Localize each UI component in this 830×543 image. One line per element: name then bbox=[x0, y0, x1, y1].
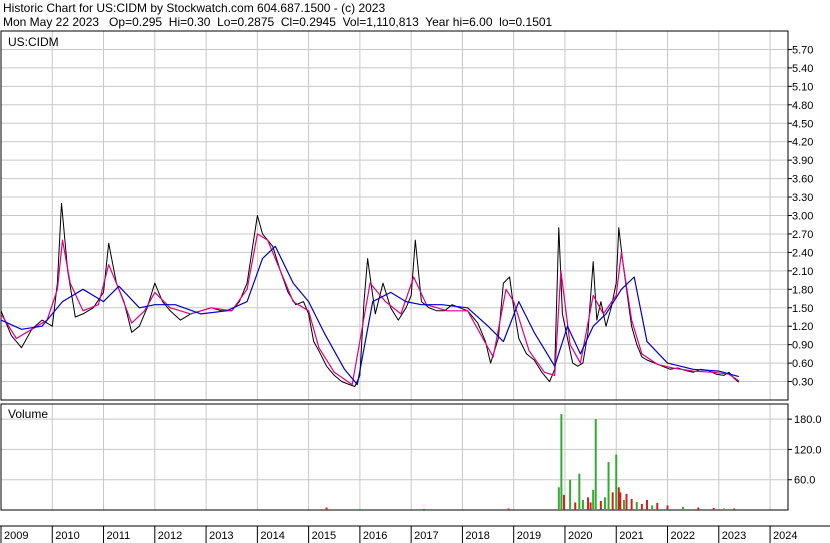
year-tick-label: 2010 bbox=[55, 530, 79, 542]
year-tick-label: 2016 bbox=[363, 530, 387, 542]
price-tick-label: 5.10 bbox=[792, 81, 813, 93]
volume-bar bbox=[592, 489, 595, 510]
volume-panel-title: Volume bbox=[8, 407, 48, 421]
volume-bar bbox=[589, 502, 592, 510]
volume-bar bbox=[656, 502, 659, 510]
volume-bar bbox=[697, 507, 700, 510]
year-tick-label: 2012 bbox=[158, 530, 182, 542]
price-tick-label: 3.30 bbox=[792, 192, 813, 204]
price-tick-label: 5.70 bbox=[792, 44, 813, 56]
volume-bar bbox=[594, 419, 597, 510]
volume-bar bbox=[581, 499, 584, 510]
year-tick-label: 2009 bbox=[4, 530, 28, 542]
price-tick-label: 1.50 bbox=[792, 303, 813, 315]
year-tick-label: 2018 bbox=[465, 530, 489, 542]
volume-bar bbox=[622, 499, 625, 510]
volume-bar bbox=[635, 501, 638, 510]
price-tick-label: 2.10 bbox=[792, 266, 813, 278]
year-tick-label: 2015 bbox=[312, 530, 336, 542]
volume-panel-border bbox=[0, 403, 789, 511]
year-tick-label: 2024 bbox=[773, 530, 797, 542]
volume-bar bbox=[619, 492, 622, 510]
volume-bar bbox=[587, 497, 590, 510]
volume-bar bbox=[358, 508, 361, 510]
volume-bar bbox=[507, 508, 510, 510]
volume-bar bbox=[578, 473, 581, 510]
volume-bars bbox=[325, 414, 736, 510]
price-gridlines bbox=[0, 31, 788, 400]
price-tick-label: 2.40 bbox=[792, 247, 813, 259]
price-tick-label: 0.90 bbox=[792, 340, 813, 352]
volume-bar bbox=[574, 502, 577, 510]
year-tick-label: 2019 bbox=[517, 530, 541, 542]
volume-tick-label: 180.0 bbox=[794, 414, 822, 426]
year-axis-ticks: 2009 2010 2011 2012 2013 2014 2015 2016 2017 2018… bbox=[0, 526, 798, 543]
volume-bar bbox=[722, 508, 725, 510]
volume-bar bbox=[562, 494, 565, 510]
price-axis-ticks: 0.30 0.60 0.90 1.20 1.50 1.80 2.10 2.40 2.70 3.00… bbox=[788, 44, 813, 389]
price-tick-label: 1.80 bbox=[792, 284, 813, 296]
volume-bar bbox=[712, 507, 715, 510]
volume-bar bbox=[603, 497, 606, 510]
volume-bar bbox=[681, 506, 684, 510]
volume-bar bbox=[640, 503, 643, 510]
volume-bar bbox=[422, 508, 425, 510]
volume-bar bbox=[630, 498, 633, 510]
volume-bar bbox=[646, 499, 649, 510]
volume-tick-label: 60.0 bbox=[794, 475, 815, 487]
year-tick-label: 2011 bbox=[107, 530, 131, 542]
price-tick-label: 1.20 bbox=[792, 321, 813, 333]
volume-bar bbox=[325, 507, 328, 510]
price-panel-title: US:CIDM bbox=[8, 35, 59, 49]
volume-bar bbox=[569, 479, 572, 510]
price-tick-label: 2.70 bbox=[792, 229, 813, 241]
stock-chart-canvas: 0.30 0.60 0.90 1.20 1.50 1.80 2.10 2.40 2.70 3.00… bbox=[0, 30, 830, 543]
volume-gridlines bbox=[0, 404, 788, 510]
year-tick-label: 2023 bbox=[722, 530, 746, 542]
volume-bar bbox=[611, 492, 614, 510]
year-tick-label: 2014 bbox=[260, 530, 284, 542]
year-tick-label: 2017 bbox=[414, 530, 438, 542]
volume-bar bbox=[615, 454, 618, 510]
price-tick-label: 4.80 bbox=[792, 100, 813, 112]
volume-bar bbox=[557, 487, 560, 510]
year-tick-label: 2021 bbox=[619, 530, 643, 542]
price-tick-label: 4.20 bbox=[792, 137, 813, 149]
volume-bar bbox=[651, 505, 654, 510]
price-tick-label: 5.40 bbox=[792, 63, 813, 75]
price-tick-label: 3.60 bbox=[792, 174, 813, 186]
volume-bar bbox=[607, 462, 610, 510]
year-tick-label: 2013 bbox=[209, 530, 233, 542]
volume-bar bbox=[560, 414, 563, 510]
volume-tick-label: 120.0 bbox=[794, 444, 822, 456]
price-tick-label: 0.30 bbox=[792, 377, 813, 389]
price-tick-label: 3.00 bbox=[792, 211, 813, 223]
year-tick-label: 2020 bbox=[568, 530, 592, 542]
volume-bar bbox=[666, 505, 669, 510]
price-tick-label: 4.50 bbox=[792, 118, 813, 130]
volume-bar bbox=[733, 508, 736, 510]
year-tick-label: 2022 bbox=[671, 530, 695, 542]
price-tick-label: 3.90 bbox=[792, 155, 813, 167]
volume-bar bbox=[599, 500, 602, 510]
volume-panel-frame bbox=[0, 403, 830, 527]
price-series bbox=[0, 202, 740, 387]
long-moving-average-line bbox=[0, 245, 739, 386]
volume-axis-ticks: 60.0 120.0 180.0 bbox=[788, 414, 822, 487]
price-tick-label: 0.60 bbox=[792, 358, 813, 370]
volume-bar bbox=[625, 493, 628, 510]
